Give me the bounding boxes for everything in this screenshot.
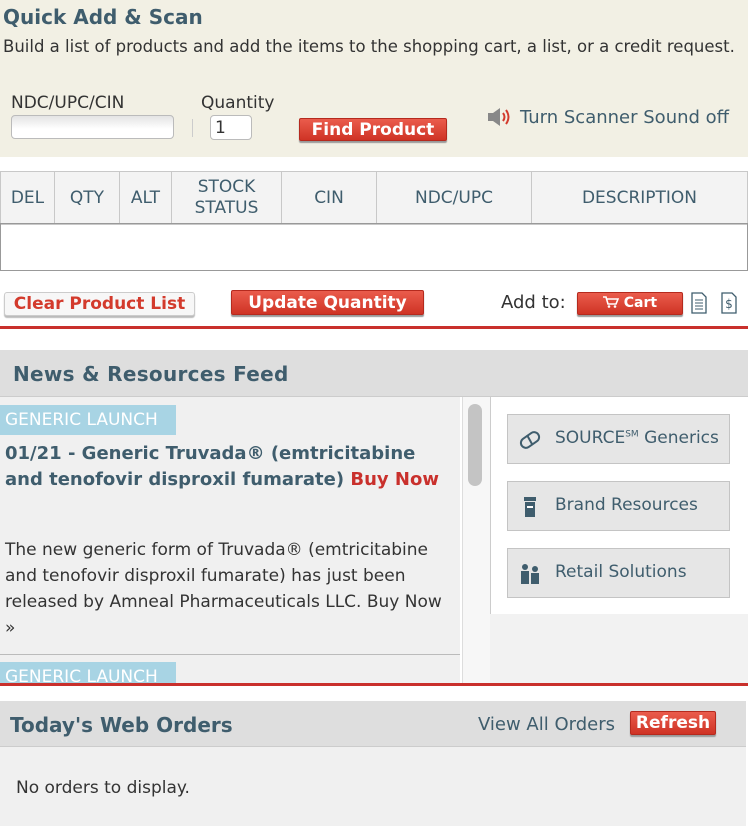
web-orders-title: Today's Web Orders: [10, 713, 233, 737]
refresh-button[interactable]: Refresh: [630, 711, 716, 735]
people-icon: [521, 564, 539, 584]
no-orders-message: No orders to display.: [16, 778, 190, 798]
source-generics-label: SOURCE: [555, 428, 626, 448]
column-header-cin: CIN: [282, 172, 377, 224]
news-feed-header: News & Resources Feed: [0, 350, 748, 397]
cart-icon: [602, 296, 620, 308]
service-mark: SM: [625, 429, 639, 440]
add-to-label: Add to:: [501, 292, 566, 313]
find-product-button[interactable]: Find Product: [299, 118, 447, 141]
view-all-orders-link[interactable]: View All Orders: [478, 714, 615, 735]
column-header-qty: QTY: [55, 172, 120, 224]
column-header-ndc-upc: NDC/UPC: [377, 172, 532, 224]
scanner-sound-toggle[interactable]: Turn Scanner Sound off: [520, 107, 729, 128]
ndc-label: NDC/UPC/CIN: [11, 93, 125, 113]
quantity-input[interactable]: 1: [210, 115, 252, 140]
column-header-alt: ALT: [120, 172, 172, 224]
news-item-divider: [0, 654, 460, 655]
source-generics-button[interactable]: SOURCESM Generics: [507, 414, 730, 464]
source-generics-suffix: Generics: [638, 428, 719, 448]
buy-now-link[interactable]: Buy Now: [350, 469, 439, 490]
quick-add-title: Quick Add & Scan: [3, 5, 203, 29]
bottle-icon: [524, 497, 536, 517]
section-divider: [0, 683, 748, 686]
news-feed-scroll-thumb[interactable]: [468, 404, 482, 486]
add-to-credit-request-icon[interactable]: $: [720, 292, 738, 314]
clear-product-list-button[interactable]: Clear Product List: [4, 292, 195, 316]
news-item-body: The new generic form of Truvada® (emtric…: [5, 540, 442, 638]
column-header-del: DEL: [1, 172, 55, 224]
news-item-title[interactable]: 01/21 - Generic Truvada® (emtricitabine …: [5, 441, 445, 493]
field-separator: [192, 119, 193, 137]
brand-resources-button[interactable]: Brand Resources: [507, 481, 730, 531]
quantity-label: Quantity: [201, 93, 275, 113]
news-feed-list[interactable]: GENERIC LAUNCH 01/21 - Generic Truvada® …: [0, 397, 460, 683]
retail-solutions-button[interactable]: Retail Solutions: [507, 548, 730, 598]
column-header-description: DESCRIPTION: [581, 187, 698, 208]
news-feed-title: News & Resources Feed: [13, 362, 289, 386]
add-to-list-icon[interactable]: [690, 292, 708, 314]
brand-resources-label: Brand Resources: [555, 495, 698, 515]
product-table-body: [0, 223, 748, 271]
speaker-icon[interactable]: [487, 107, 513, 127]
cart-button-label: Cart: [623, 295, 658, 311]
ndc-input[interactable]: [11, 115, 174, 139]
pill-icon: [519, 431, 541, 449]
news-tag: GENERIC LAUNCH: [0, 662, 176, 683]
quick-add-description: Build a list of products and add the ite…: [3, 37, 735, 56]
retail-solutions-label: Retail Solutions: [555, 562, 687, 582]
quick-add-panel: Quick Add & Scan Build a list of product…: [0, 0, 748, 157]
add-to-cart-button[interactable]: Cart: [577, 292, 683, 315]
product-table-header: DEL QTY ALT STOCK STATUS CIN NDC/UPC DES…: [0, 171, 748, 225]
svg-text:$: $: [725, 297, 733, 311]
section-divider: [0, 326, 748, 329]
update-quantity-button[interactable]: Update Quantity: [231, 290, 424, 315]
web-orders-body: No orders to display.: [0, 747, 746, 826]
web-orders-header: Today's Web Orders View All Orders Refre…: [0, 701, 746, 747]
news-tag: GENERIC LAUNCH: [0, 405, 176, 435]
column-header-stock-status: STOCK STATUS: [172, 172, 282, 224]
